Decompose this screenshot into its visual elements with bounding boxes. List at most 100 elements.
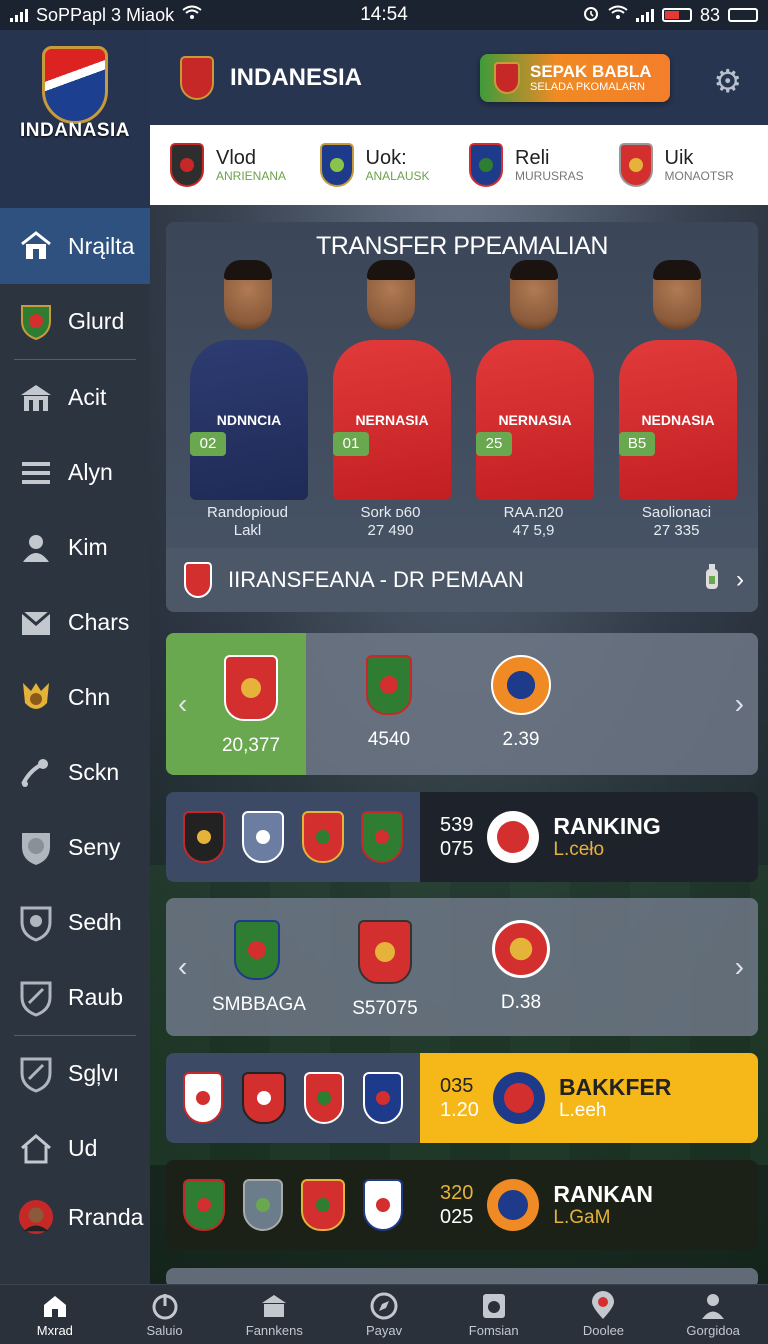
chevron-right-icon[interactable]: ›: [735, 951, 744, 983]
sidebar-item-club[interactable]: Glurd: [0, 284, 150, 359]
ranking-number: 035: [440, 1075, 474, 1097]
whistle-icon: [18, 755, 54, 791]
sidebar-item-label: Alyn: [68, 459, 113, 485]
player-card[interactable]: NEDNASIA B5 Saolionaci 27 335: [605, 260, 748, 542]
nav-label: Fomsian: [468, 1323, 519, 1338]
club-item[interactable]: SMBBAGA: [212, 920, 306, 1016]
sidebar-item-whistle[interactable]: Sckn: [0, 735, 150, 810]
transfer-bar[interactable]: IIRANSFEANA - DR PEMAAN ›: [166, 548, 758, 612]
ranking-number: 539: [440, 814, 474, 836]
ranking-row[interactable]: 539 075 RANKING L.ceło: [166, 792, 758, 882]
club-crest-icon: [304, 1072, 345, 1124]
club-crest-icon: [182, 811, 225, 863]
sidebar-item-list[interactable]: Alyn: [0, 435, 150, 510]
team-item[interactable]: Vlod ANRIENANA: [170, 143, 320, 187]
club-item[interactable]: 2.39: [476, 655, 566, 751]
club-value: S57075: [352, 998, 418, 1019]
club-value: 2.39: [502, 729, 540, 750]
carrier-text: SoPPapl 3 Miaok: [36, 4, 175, 25]
chevron-left-icon[interactable]: ‹: [178, 951, 187, 983]
player-shirt: NDNNCIA: [190, 340, 308, 500]
club-item[interactable]: 20,377: [206, 655, 296, 757]
club-crest-icon: [363, 1179, 403, 1231]
nav-item-stadium[interactable]: Fannkens: [219, 1285, 329, 1344]
person-icon: [700, 1291, 726, 1321]
player-card[interactable]: NERNASIA 25 RAA.ᴨ20 47 5,9: [462, 260, 605, 542]
lion-badge-icon: [18, 830, 54, 866]
sidebar-item-shield-outline[interactable]: Raub: [0, 960, 150, 1035]
chevron-right-icon[interactable]: ›: [736, 566, 744, 594]
club-round-crest-icon: [492, 920, 550, 978]
club-item[interactable]: S57075: [340, 920, 430, 1020]
nav-label: Doolee: [582, 1323, 625, 1338]
nav-item-home[interactable]: Mxrad: [0, 1285, 110, 1344]
player-name: Sork ᴅ60: [360, 504, 421, 521]
nav-item-location[interactable]: Doolee: [549, 1285, 659, 1344]
club-carousel: ‹ 20,377 4540 2.39 ›: [166, 633, 758, 775]
sepak-bola-button[interactable]: SEPAK BABLA SELADA PKOMALARN: [480, 54, 670, 102]
club-item[interactable]: D.38: [476, 920, 566, 1014]
player-number: B5: [619, 432, 655, 456]
sidebar-item-trophy[interactable]: Chn: [0, 660, 150, 735]
player-value: 47 5,9: [512, 522, 555, 539]
ranking-row[interactable]: 035 1.20 BAKKFER L.eeh: [166, 1053, 758, 1143]
team-crest-icon: [469, 143, 503, 187]
player-number: 01: [333, 432, 369, 456]
team-crest-icon: [170, 143, 204, 187]
nav-label: Payav: [365, 1323, 403, 1338]
sidebar-item-stadium[interactable]: Acit: [0, 360, 150, 435]
ranking-logos: [166, 1053, 420, 1143]
player-value: Lakl: [233, 522, 262, 539]
gear-icon[interactable]: ⚙: [713, 62, 742, 100]
player-shirt: NEDNASIA: [619, 340, 737, 500]
team-crest-icon: [180, 55, 214, 100]
team-item[interactable]: Uik MONAOTSR: [618, 143, 768, 187]
club-crest-icon: [234, 920, 280, 980]
sidebar-item-person[interactable]: Kim: [0, 510, 150, 585]
player-card[interactable]: NDNNCIA 02 Randopioud Lakl: [176, 260, 319, 542]
player-shirt: NERNASIA: [333, 340, 451, 500]
sidebar-item-inbox[interactable]: Chars: [0, 585, 150, 660]
sidebar-item-home[interactable]: Nrąilta: [0, 208, 150, 284]
avatar-icon: [18, 1199, 54, 1235]
list-icon: [18, 455, 54, 491]
cta-crest-icon: [494, 62, 520, 94]
sidebar-item-lion-badge[interactable]: Seny: [0, 810, 150, 885]
sidebar-item-profile[interactable]: Rranda: [0, 1186, 150, 1248]
sidebar-item-house[interactable]: Ud: [0, 1111, 150, 1186]
chevron-left-icon[interactable]: ‹: [178, 688, 187, 720]
transfer-bar-label: IIRANSFEANA - DR PEMAAN: [228, 567, 524, 592]
club-crest-icon: [243, 1179, 283, 1231]
player-number: 25: [476, 432, 512, 456]
player-name: Randopioud: [207, 504, 288, 521]
club-item[interactable]: 4540: [344, 655, 434, 751]
nav-item-camera[interactable]: Fomsian: [439, 1285, 549, 1344]
team-item[interactable]: Reli MURUSRAS: [469, 143, 619, 187]
shield-badge-icon: [18, 905, 54, 942]
chevron-right-icon[interactable]: ›: [735, 688, 744, 720]
stadium-icon: [18, 380, 54, 416]
nav-item-profile[interactable]: Gorgidoa: [658, 1285, 768, 1344]
sidebar-item-shield-badge[interactable]: Sedh: [0, 885, 150, 960]
battery-level: 83: [699, 4, 720, 25]
ranking-logos: [166, 1160, 420, 1250]
ranking-row[interactable]: 320 025 RANKAN L.GaM: [166, 1160, 758, 1250]
team-name: Uok:: [365, 147, 407, 169]
transfer-heading: TRANSFER PPEAMALIAN: [316, 232, 608, 260]
player-number: 02: [190, 432, 226, 456]
ranking-sub: L.eeh: [558, 1100, 607, 1121]
sidebar-item-shield-check[interactable]: Sgļvı: [0, 1036, 150, 1111]
bottle-icon: [704, 563, 720, 597]
club-crest-icon: [224, 655, 278, 721]
player-name: Saolionaci: [641, 504, 712, 521]
ranking-number: 025: [440, 1206, 474, 1228]
club-crest-icon: [183, 1179, 225, 1231]
signal-icon: [635, 8, 654, 22]
club-value: 4540: [367, 729, 411, 750]
team-item[interactable]: Uok: ANALAUSK: [319, 143, 470, 187]
nav-item-compass[interactable]: Payav: [329, 1285, 439, 1344]
club-crest-icon: [301, 1179, 345, 1231]
compass-icon: [370, 1291, 398, 1321]
nav-item-power[interactable]: Saluio: [110, 1285, 220, 1344]
player-card[interactable]: NERNASIA 01 Sork ᴅ60 27 490: [319, 260, 462, 542]
